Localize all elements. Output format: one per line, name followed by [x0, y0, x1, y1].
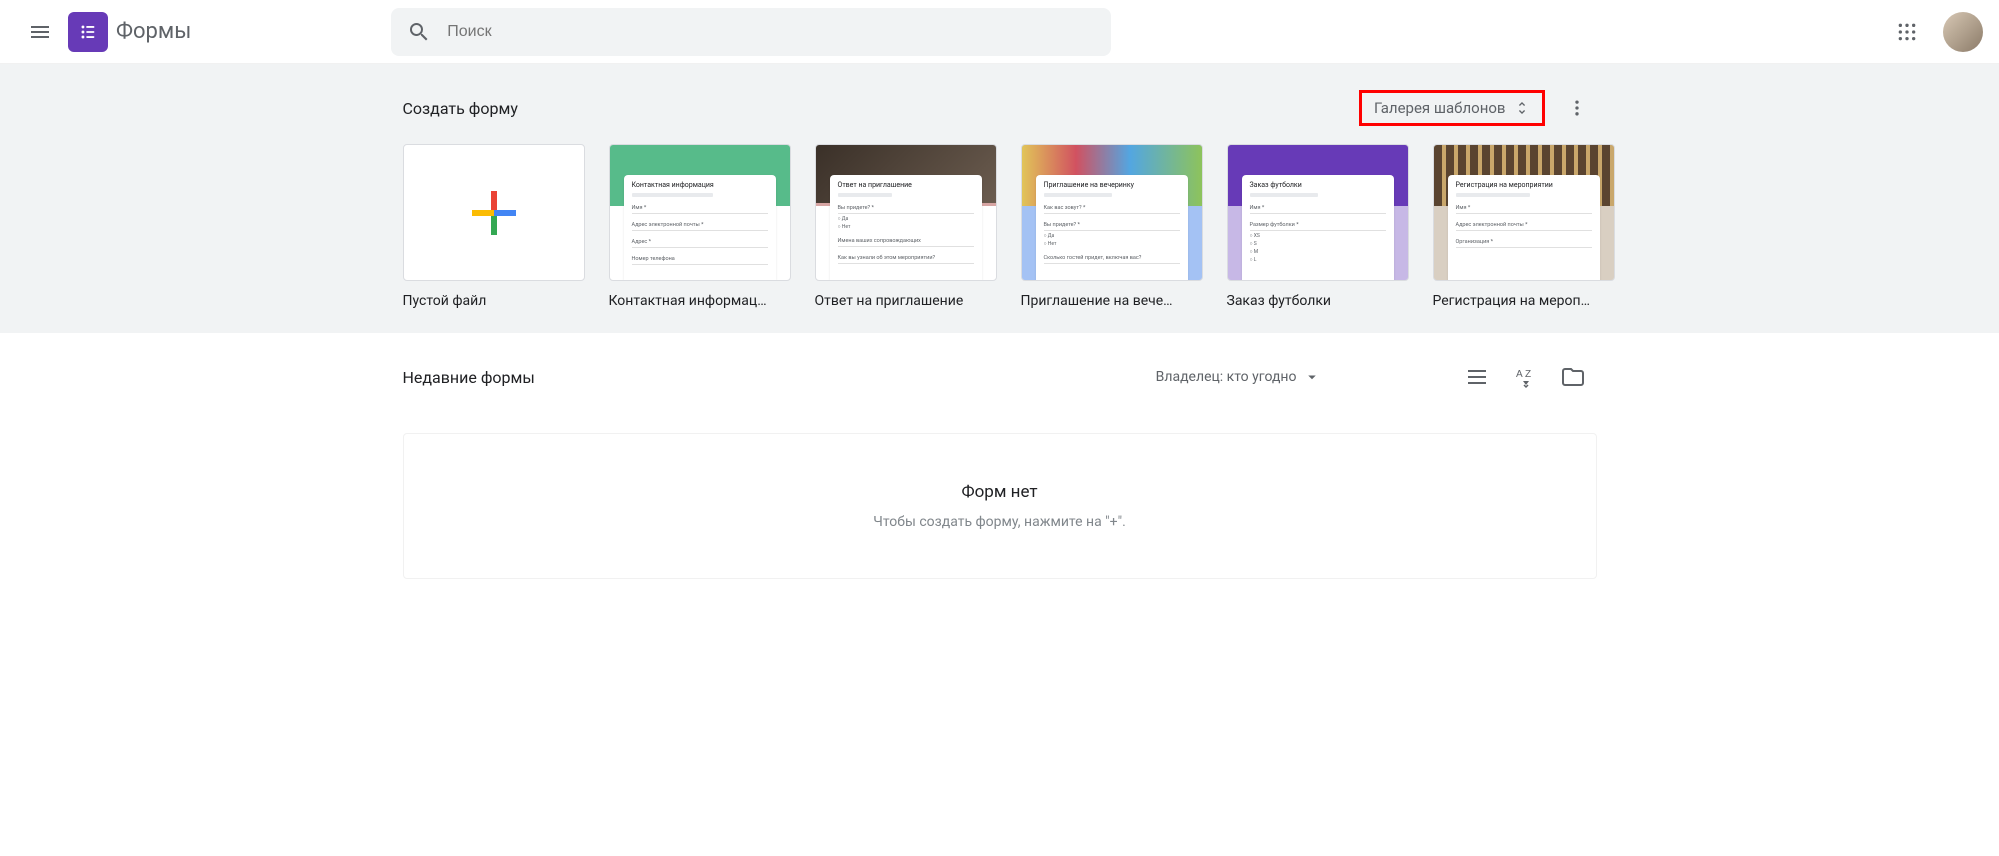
template-party-invite[interactable]: Приглашение на вечеринку Как вас зовут? … [1021, 144, 1203, 309]
forms-logo-icon [68, 12, 108, 52]
search-container [391, 8, 1111, 56]
account-avatar[interactable] [1943, 12, 1983, 52]
gallery-header: Создать форму Галерея шаблонов [395, 80, 1605, 144]
template-blank[interactable]: Пустой файл [403, 144, 585, 309]
template-blank-thumb [403, 144, 585, 281]
template-thumb: Заказ футболки Имя * Размер футболки * ○… [1227, 144, 1409, 281]
app-logo[interactable]: Формы [68, 12, 191, 52]
recent-header: Недавние формы Владелец: кто угодно AZ [395, 353, 1605, 413]
apps-grid-icon [1897, 22, 1917, 42]
template-gallery-toggle[interactable]: Галерея шаблонов [1359, 90, 1545, 126]
dropdown-arrow-icon [1303, 368, 1321, 386]
plus-icon [466, 185, 522, 241]
recent-section: Недавние формы Владелец: кто угодно AZ Ф… [0, 333, 1999, 599]
app-name-label: Формы [116, 19, 191, 44]
template-thumb: Регистрация на мероприятии Имя * Адрес э… [1433, 144, 1615, 281]
hamburger-icon [28, 20, 52, 44]
more-vert-icon [1567, 98, 1587, 118]
template-event-registration[interactable]: Регистрация на мероприятии Имя * Адрес э… [1433, 144, 1615, 309]
template-label: Заказ футболки [1227, 293, 1409, 309]
gallery-actions: Галерея шаблонов [1359, 88, 1597, 128]
empty-title: Форм нет [424, 482, 1576, 502]
svg-text:A: A [1516, 369, 1523, 380]
template-thumb: Ответ на приглашение Вы придете? * ○ Да … [815, 144, 997, 281]
search-icon [407, 20, 431, 44]
owner-filter-dropdown[interactable]: Владелец: кто угодно [1144, 362, 1333, 392]
recent-title: Недавние формы [403, 368, 535, 387]
empty-state: Форм нет Чтобы создать форму, нажмите на… [403, 433, 1597, 579]
open-file-picker-button[interactable] [1549, 353, 1597, 401]
template-label: Приглашение на вече… [1021, 293, 1203, 309]
template-rsvp[interactable]: Ответ на приглашение Вы придете? * ○ Да … [815, 144, 997, 309]
list-view-button[interactable] [1453, 353, 1501, 401]
folder-icon [1561, 365, 1585, 389]
main-menu-button[interactable] [16, 8, 64, 56]
template-tshirt-order[interactable]: Заказ футболки Имя * Размер футболки * ○… [1227, 144, 1409, 309]
gallery-toggle-label: Галерея шаблонов [1374, 99, 1506, 117]
template-thumb: Контактная информация Имя * Адрес электр… [609, 144, 791, 281]
unfold-icon [1514, 100, 1530, 116]
search-input[interactable] [447, 23, 1095, 41]
template-label: Регистрация на мероп… [1433, 293, 1615, 309]
gallery-title: Создать форму [403, 99, 518, 118]
app-header: Формы [0, 0, 1999, 64]
sort-az-button[interactable]: AZ [1501, 353, 1549, 401]
template-label: Пустой файл [403, 293, 585, 309]
template-label: Ответ на приглашение [815, 293, 997, 309]
template-label: Контактная информац… [609, 293, 791, 309]
template-contact-info[interactable]: Контактная информация Имя * Адрес электр… [609, 144, 791, 309]
list-view-icon [1465, 365, 1489, 389]
template-gallery-section: Создать форму Галерея шаблонов [0, 64, 1999, 333]
owner-filter-label: Владелец: кто угодно [1156, 369, 1297, 385]
template-row: Пустой файл Контактная информация Имя * … [395, 144, 1605, 309]
empty-subtitle: Чтобы создать форму, нажмите на "+". [424, 514, 1576, 530]
gallery-more-button[interactable] [1557, 88, 1597, 128]
google-apps-button[interactable] [1883, 8, 1931, 56]
search-box[interactable] [391, 8, 1111, 56]
svg-text:Z: Z [1525, 369, 1531, 380]
header-right [1883, 8, 1983, 56]
template-thumb: Приглашение на вечеринку Как вас зовут? … [1021, 144, 1203, 281]
sort-az-icon: AZ [1513, 365, 1537, 389]
recent-controls: Владелец: кто угодно AZ [1144, 353, 1597, 401]
